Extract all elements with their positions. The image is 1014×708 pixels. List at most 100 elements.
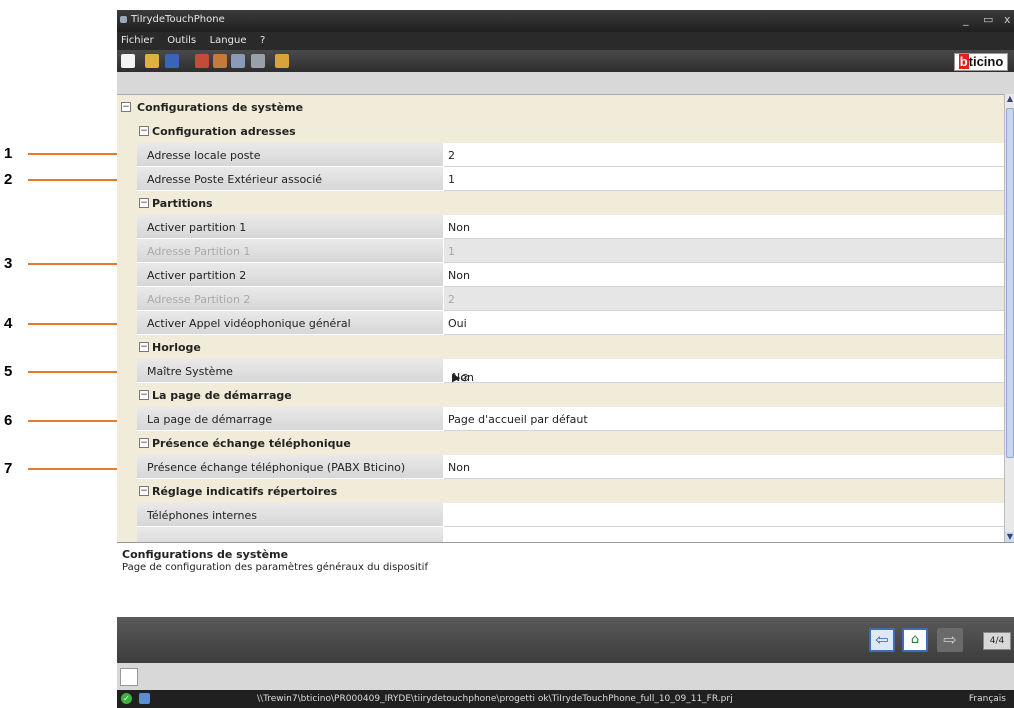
section-label: Présence échange téléphonique: [152, 437, 351, 450]
prop-pabx[interactable]: Présence échange téléphonique (PABX Btic…: [117, 455, 1004, 479]
prop-value-field[interactable]: 1: [444, 167, 1004, 191]
status-bar: ✓ \\Trewin7\bticino\PR000409_IRYDE\tiiry…: [117, 690, 1014, 708]
description-title: Configurations de système: [122, 548, 289, 561]
collapse-icon[interactable]: −: [139, 486, 149, 496]
callout-line: [28, 179, 118, 181]
prop-name: Téléphones internes: [147, 509, 257, 522]
prop-name: Activer Appel vidéophonique général: [147, 317, 351, 330]
maximize-button[interactable]: ▭: [983, 13, 993, 26]
prop-adresse-partition-1: Adresse Partition 1 1: [117, 239, 1004, 263]
section-label: Réglage indicatifs répertoires: [152, 485, 338, 498]
prop-adresse-partition-2: Adresse Partition 2 2: [117, 287, 1004, 311]
prop-adresse-locale[interactable]: Adresse locale poste 2: [117, 143, 1004, 167]
menu-langue[interactable]: Langue: [206, 32, 253, 46]
callout-line: [28, 468, 118, 470]
collapse-icon[interactable]: −: [139, 390, 149, 400]
collapse-icon[interactable]: −: [139, 126, 149, 136]
prop-value-field[interactable]: Oui: [444, 311, 1004, 335]
callout-5: 5: [0, 364, 120, 380]
description-pane: Configurations de système Page de config…: [117, 542, 1014, 618]
page-counter: 4/4: [983, 632, 1011, 650]
app-icon: [120, 16, 127, 23]
section-page-demarrage[interactable]: − La page de démarrage: [117, 383, 1004, 408]
home-device-button[interactable]: ⌂: [902, 628, 928, 652]
prop-value-field: 1: [444, 239, 1004, 263]
prop-value-field[interactable]: Non: [444, 455, 1004, 479]
section-configurations-systeme[interactable]: − Configurations de système: [117, 95, 1004, 120]
close-button[interactable]: x: [1004, 13, 1011, 26]
callout-line: [28, 371, 118, 373]
menu-fichier[interactable]: Fichier: [117, 32, 160, 46]
scroll-down-icon[interactable]: ▼: [1005, 532, 1014, 542]
prop-value-field[interactable]: Non: [444, 263, 1004, 287]
section-label: Partitions: [152, 197, 213, 210]
next-arrow-button[interactable]: ⇨: [937, 628, 963, 652]
prop-adresse-ext[interactable]: Adresse Poste Extérieur associé 1: [117, 167, 1004, 191]
section-horloge[interactable]: − Horloge: [117, 335, 1004, 360]
network-icon: [139, 693, 150, 704]
tools-icon[interactable]: [251, 54, 265, 68]
scroll-thumb[interactable]: [1006, 108, 1014, 458]
prop-activer-partition-1[interactable]: Activer partition 1 Non: [117, 215, 1004, 239]
callout-line: [28, 420, 118, 422]
callout-number: 4: [4, 315, 13, 332]
options-icon[interactable]: [275, 54, 289, 68]
scroll-up-icon[interactable]: ▲: [1005, 94, 1014, 104]
callout-line: [28, 153, 118, 155]
minimize-button[interactable]: _: [963, 13, 969, 26]
prop-value-field[interactable]: 2: [444, 143, 1004, 167]
callout-1: 1: [0, 146, 120, 162]
section-echange-telephonique[interactable]: − Présence échange téléphonique: [117, 431, 1004, 456]
menu-help[interactable]: ?: [256, 32, 271, 46]
grid-scrollbar[interactable]: ▲ ▼: [1004, 94, 1014, 542]
description-text: Page de configuration des paramètres gén…: [122, 562, 428, 573]
callout-number: 1: [4, 145, 13, 162]
send-icon[interactable]: [195, 54, 209, 68]
prop-name: Adresse Partition 1: [147, 245, 251, 258]
collapse-icon[interactable]: −: [139, 198, 149, 208]
section-label: Configurations de système: [137, 101, 304, 114]
prop-appel-videophonique[interactable]: Activer Appel vidéophonique général Oui: [117, 311, 1004, 335]
section-indicatifs-repertoires[interactable]: − Réglage indicatifs répertoires: [117, 479, 1004, 504]
open-folder-icon[interactable]: [145, 54, 159, 68]
prop-name: Adresse Poste Extérieur associé: [147, 173, 323, 186]
prop-maitre-systeme[interactable]: Maître Système ▶⊘ Non: [117, 359, 1004, 384]
section-partitions[interactable]: − Partitions: [117, 191, 1004, 216]
save-icon[interactable]: [165, 54, 179, 68]
window-title: TiIrydeTouchPhone: [131, 14, 225, 25]
prop-name: Maître Système: [147, 365, 233, 378]
title-bar: TiIrydeTouchPhone _ ▭ x: [117, 10, 1014, 32]
prop-value-field[interactable]: Page d'accueil par défaut: [444, 407, 1004, 431]
menu-outils[interactable]: Outils: [163, 32, 202, 46]
prop-telephones-internes[interactable]: Téléphones internes: [117, 503, 1004, 527]
callout-number: 2: [4, 171, 13, 188]
callout-2: 2: [0, 172, 120, 188]
back-arrow-button[interactable]: ⇦: [869, 628, 895, 652]
prop-next-partial: [117, 527, 1004, 543]
prop-activer-partition-2[interactable]: Activer partition 2 Non: [117, 263, 1004, 287]
callout-line: [28, 323, 118, 325]
prop-page-demarrage[interactable]: La page de démarrage Page d'accueil par …: [117, 407, 1004, 431]
prop-value-field: 2: [444, 287, 1004, 311]
app-window: TiIrydeTouchPhone _ ▭ x Fichier Outils L…: [117, 10, 1014, 708]
callout-7: 7: [0, 461, 120, 477]
callout-number: 5: [4, 363, 13, 380]
receive-icon[interactable]: [213, 54, 227, 68]
new-file-icon[interactable]: [121, 54, 135, 68]
collapse-icon[interactable]: −: [139, 438, 149, 448]
collapse-icon[interactable]: −: [121, 102, 131, 112]
prop-name: Activer partition 1: [147, 221, 247, 234]
callout-6: 6: [0, 413, 120, 429]
collapse-icon[interactable]: −: [139, 342, 149, 352]
prop-value-field[interactable]: [444, 503, 1004, 527]
section-configuration-adresses[interactable]: − Configuration adresses: [117, 119, 1004, 144]
prop-name: Adresse Partition 2: [147, 293, 251, 306]
callout-number: 3: [4, 255, 13, 272]
section-label: Configuration adresses: [152, 125, 296, 138]
device-icon[interactable]: [231, 54, 245, 68]
property-grid: − Configurations de système − Configurat…: [117, 94, 1004, 543]
prop-name: Adresse locale poste: [147, 149, 261, 162]
prop-value-field[interactable]: Non: [444, 215, 1004, 239]
callout-number: 6: [4, 412, 13, 429]
prop-value-field[interactable]: ▶⊘ Non: [444, 359, 1004, 384]
